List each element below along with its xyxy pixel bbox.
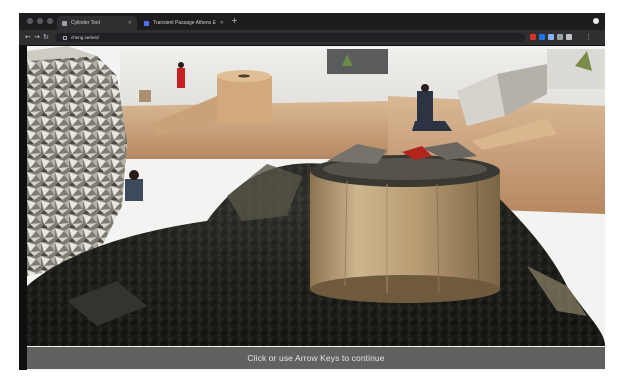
extension-icon-light-gray[interactable] (566, 34, 572, 40)
extension-icon-light-blue[interactable] (548, 34, 554, 40)
lock-icon (63, 35, 67, 40)
tab-transient-passage[interactable]: Transient Passage Athens Eh… ✕ (139, 16, 229, 30)
page-icon (62, 20, 67, 26)
cardboard-cylinder (310, 142, 500, 303)
extension-icon-gray[interactable] (557, 34, 563, 40)
extension-icon-red[interactable] (530, 34, 536, 40)
back-arrow-icon[interactable]: ← (25, 33, 31, 42)
webgl-viewport[interactable]: Click or use Arrow Keys to continue (27, 46, 605, 370)
new-tab-button[interactable]: + (231, 16, 238, 26)
url-text: cheng.se/test/ (71, 35, 100, 40)
address-bar[interactable]: cheng.se/test/ (55, 33, 525, 42)
more-menu-icon[interactable]: ⋮ (585, 33, 592, 42)
browser-window: Cylinder Tool ✕ Transient Passage Athens… (19, 13, 605, 370)
forward-arrow-icon[interactable]: → (34, 33, 40, 42)
maximize-window-icon[interactable] (47, 18, 53, 24)
tab-title: Cylinder Tool (71, 20, 100, 26)
caption-bar[interactable]: Click or use Arrow Keys to continue (27, 347, 605, 369)
tab-strip: Cylinder Tool ✕ Transient Passage Athens… (19, 13, 605, 30)
site-icon (144, 20, 149, 26)
reload-icon[interactable]: ↻ (43, 33, 49, 42)
photo-panel-left (120, 49, 388, 159)
minimize-window-icon[interactable] (37, 18, 43, 24)
close-tab-icon[interactable]: ✕ (128, 20, 132, 26)
tab-title: Transient Passage Athens Eh… (153, 20, 216, 26)
extension-icon-blue[interactable] (539, 34, 545, 40)
profile-icon[interactable] (593, 18, 599, 24)
close-tab-icon[interactable]: ✕ (220, 20, 224, 26)
tab-cylinder-tool[interactable]: Cylinder Tool ✕ (57, 16, 137, 30)
close-window-icon[interactable] (27, 18, 33, 24)
browser-toolbar: ← → ↻ cheng.se/test/ ⋮ (19, 30, 605, 45)
screenshot-frame: Cylinder Tool ✕ Transient Passage Athens… (0, 0, 619, 392)
scene-canvas[interactable] (27, 46, 605, 370)
caption-text: Click or use Arrow Keys to continue (247, 353, 385, 363)
window-controls (27, 18, 53, 24)
